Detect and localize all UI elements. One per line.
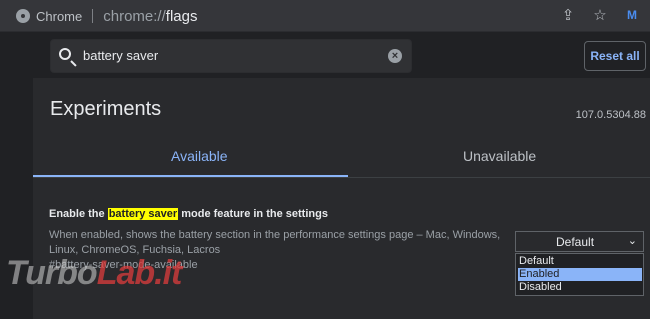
tab-divider xyxy=(33,177,650,178)
flag-title: Enable the battery saver mode feature in… xyxy=(49,208,328,220)
omnibox-separator xyxy=(92,9,94,23)
page-title: Experiments xyxy=(50,98,162,120)
tab-unavailable[interactable]: Unavailable xyxy=(463,148,536,164)
star-icon[interactable]: ☆ xyxy=(592,6,608,24)
flag-state-dropdown: Default Enabled Disabled xyxy=(515,253,644,296)
clear-search-icon[interactable]: × xyxy=(388,49,402,63)
tab-available[interactable]: Available xyxy=(171,148,228,164)
url-path: flags xyxy=(165,7,198,25)
url-scheme: chrome:// xyxy=(103,7,166,25)
watermark-logo: TurboLab.it xyxy=(6,254,183,293)
chevron-down-icon: ⌄ xyxy=(627,235,637,247)
extension-icon[interactable]: M xyxy=(624,8,640,22)
share-icon[interactable]: ⇪ xyxy=(560,6,576,24)
option-default[interactable]: Default xyxy=(518,255,642,268)
omnibox: Chrome chrome://flags ⇪ ☆ M xyxy=(0,0,650,32)
flag-title-pre: Enable the xyxy=(49,208,108,220)
chrome-icon xyxy=(16,9,30,23)
search-icon xyxy=(59,48,71,60)
option-enabled[interactable]: Enabled xyxy=(518,268,642,281)
flag-title-post: mode feature in the settings xyxy=(178,208,328,220)
search-box[interactable]: battery saver × xyxy=(50,39,412,73)
omnibox-icons: ⇪ ☆ M xyxy=(560,6,640,24)
address-bar[interactable]: chrome://flags xyxy=(103,8,197,25)
select-value: Default xyxy=(556,235,595,249)
watermark-part1: Turbo xyxy=(6,254,98,292)
flag-state-select[interactable]: Default ⌄ xyxy=(515,231,644,252)
option-disabled[interactable]: Disabled xyxy=(518,281,642,294)
omnibox-left: Chrome chrome://flags xyxy=(16,8,197,25)
watermark-part2: Lab.it xyxy=(96,254,183,292)
reset-all-button[interactable]: Reset all xyxy=(584,41,646,71)
version-label: 107.0.5304.88 xyxy=(575,109,646,121)
search-input[interactable]: battery saver xyxy=(83,48,158,63)
search-highlight: battery saver xyxy=(107,208,179,220)
omnibox-brand: Chrome xyxy=(36,8,83,24)
